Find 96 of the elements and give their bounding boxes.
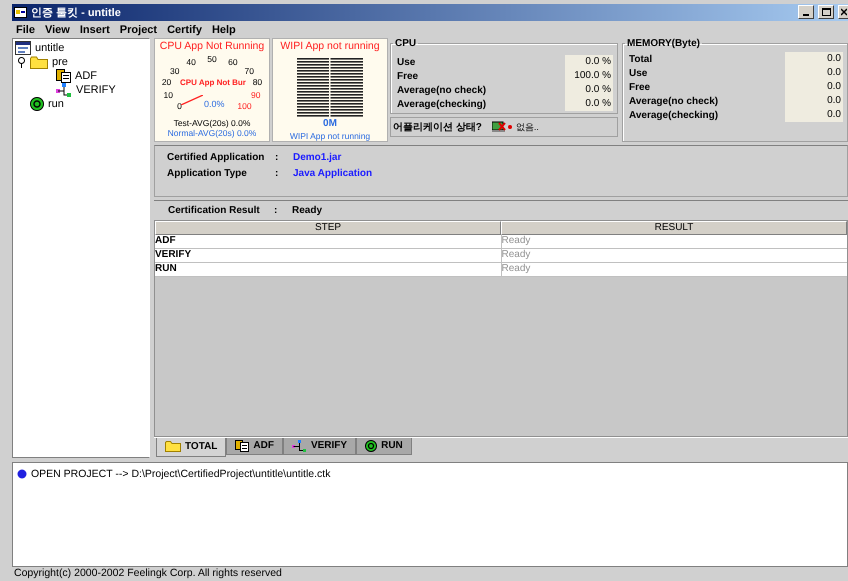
network-icon [292,440,307,452]
scale-label: 100 [237,101,252,110]
scale-label: 60 [228,58,238,67]
scale-label: 90 [251,90,260,100]
tree-item[interactable]: VERIFY [76,84,116,96]
scale-label: 70 [244,66,254,75]
stat-value: 100.0 % [565,69,613,84]
stat-label: Total [629,54,654,65]
menu-item[interactable]: Certify [167,24,202,36]
app-icon [14,6,27,18]
scale-label: 80 [252,78,262,86]
scale-label: 50 [207,55,217,64]
stat-value: 0.0 [785,108,843,122]
expand-handle[interactable] [17,56,26,68]
column-header[interactable]: STEP [155,221,501,236]
table-cell: Ready [500,263,847,276]
memory-bar-drawing [297,58,363,118]
stat-value: 0.0 [785,80,843,94]
document-icon [56,69,71,84]
info-label: Application Type [167,168,248,180]
close-button[interactable] [838,5,848,20]
stat-label: Free [397,70,420,82]
menu-item[interactable]: View [44,24,70,36]
result-value: Ready [292,205,322,216]
tab[interactable]: RUN [356,438,412,455]
menu-item[interactable]: Help [212,24,236,36]
project-icon [15,41,31,56]
gauge-reading: 0.0% [204,99,225,110]
run-icon [365,440,378,452]
stat-value: 0.0 % [565,97,613,112]
info-label: Certified Application [167,152,266,164]
tree-item[interactable]: run [48,98,64,110]
maximize-button[interactable] [818,5,834,20]
table-cell-text: RUN [155,263,178,276]
info-value: Demo1.jar [293,152,342,164]
tree-item[interactable]: untitle [35,42,64,54]
menu-item[interactable]: File [16,24,35,36]
stat-label: Free [629,82,652,93]
window-title: 인증 툴킷 - untitle [31,6,121,20]
panel-title: MEMORY(Byte) [626,38,701,50]
scale-label: 20 [162,78,172,86]
stat-value: 0.0 [785,52,843,66]
stat-label: Average(checking) [629,110,720,121]
monitor-title: WIPI App not running [280,40,380,52]
folder-icon [165,441,181,452]
tree-item[interactable]: pre [52,56,68,68]
document-icon [235,440,250,452]
table-cell: Ready [500,235,847,248]
info-value: Java Application [293,168,372,180]
app-state-value: 없음.. [516,120,539,134]
scale-label: 40 [186,58,196,67]
tab[interactable]: TOTAL [156,438,226,457]
scale-label: 30 [170,66,180,75]
table-cell-text: VERIFY [155,249,192,262]
scale-label: 0 [177,101,182,110]
close-icon [841,8,847,16]
stat-value: 0.0 % [565,55,613,70]
run-icon [30,97,44,112]
separator: : [274,205,278,216]
table-cell-text: ADF [155,235,177,248]
folder-icon [30,56,48,69]
stat-value: 0.0 % [565,83,613,98]
monitor-status: WIPI App not running [290,131,370,142]
app-state-label: 어플리케이션 상태? [393,121,482,134]
maximize-icon [822,8,830,16]
gauge-title: CPU App Not Running [160,40,264,52]
separator: : [275,152,280,164]
computer-error-icon [492,121,514,134]
stat-value: 0.0 [785,66,843,80]
column-header[interactable]: RESULT [501,221,847,236]
gauge-status: CPU App Not Bur [180,78,246,88]
result-label: Certification Result [168,205,261,216]
memory-reading: 0M [323,118,337,130]
separator: : [275,168,280,180]
menu-item[interactable]: Insert [80,24,110,36]
stat-label: Average(no check) [397,84,488,96]
normal-average: Normal-AVG(20s) 0.0% [168,128,256,138]
tab[interactable]: ADF [226,438,283,455]
panel-title: CPU [394,38,418,50]
stat-label: Average(checking) [397,98,488,110]
stat-value: 0.0 [785,94,843,108]
bullet-icon [17,468,27,479]
stat-label: Use [629,68,648,79]
minimize-button[interactable] [798,5,814,20]
gauge-needle [181,95,203,106]
stat-label: Average(no check) [629,96,720,107]
log-message: OPEN PROJECT --> D:\Project\CertifiedProject\untitle\untitle.ctk [31,468,330,480]
tree-item[interactable]: ADF [75,70,97,82]
tab[interactable]: VERIFY [282,438,356,455]
table-cell: Ready [500,249,847,262]
network-icon [56,83,72,98]
stat-label: Use [397,56,416,68]
scale-label: 10 [164,90,173,100]
copyright-text: Copyright(c) 2000-2002 Feelingk Corp. All rights reserved [13,567,283,581]
menu-item[interactable]: Project [120,24,158,36]
test-average: Test-AVG(20s) 0.0% [174,118,250,128]
